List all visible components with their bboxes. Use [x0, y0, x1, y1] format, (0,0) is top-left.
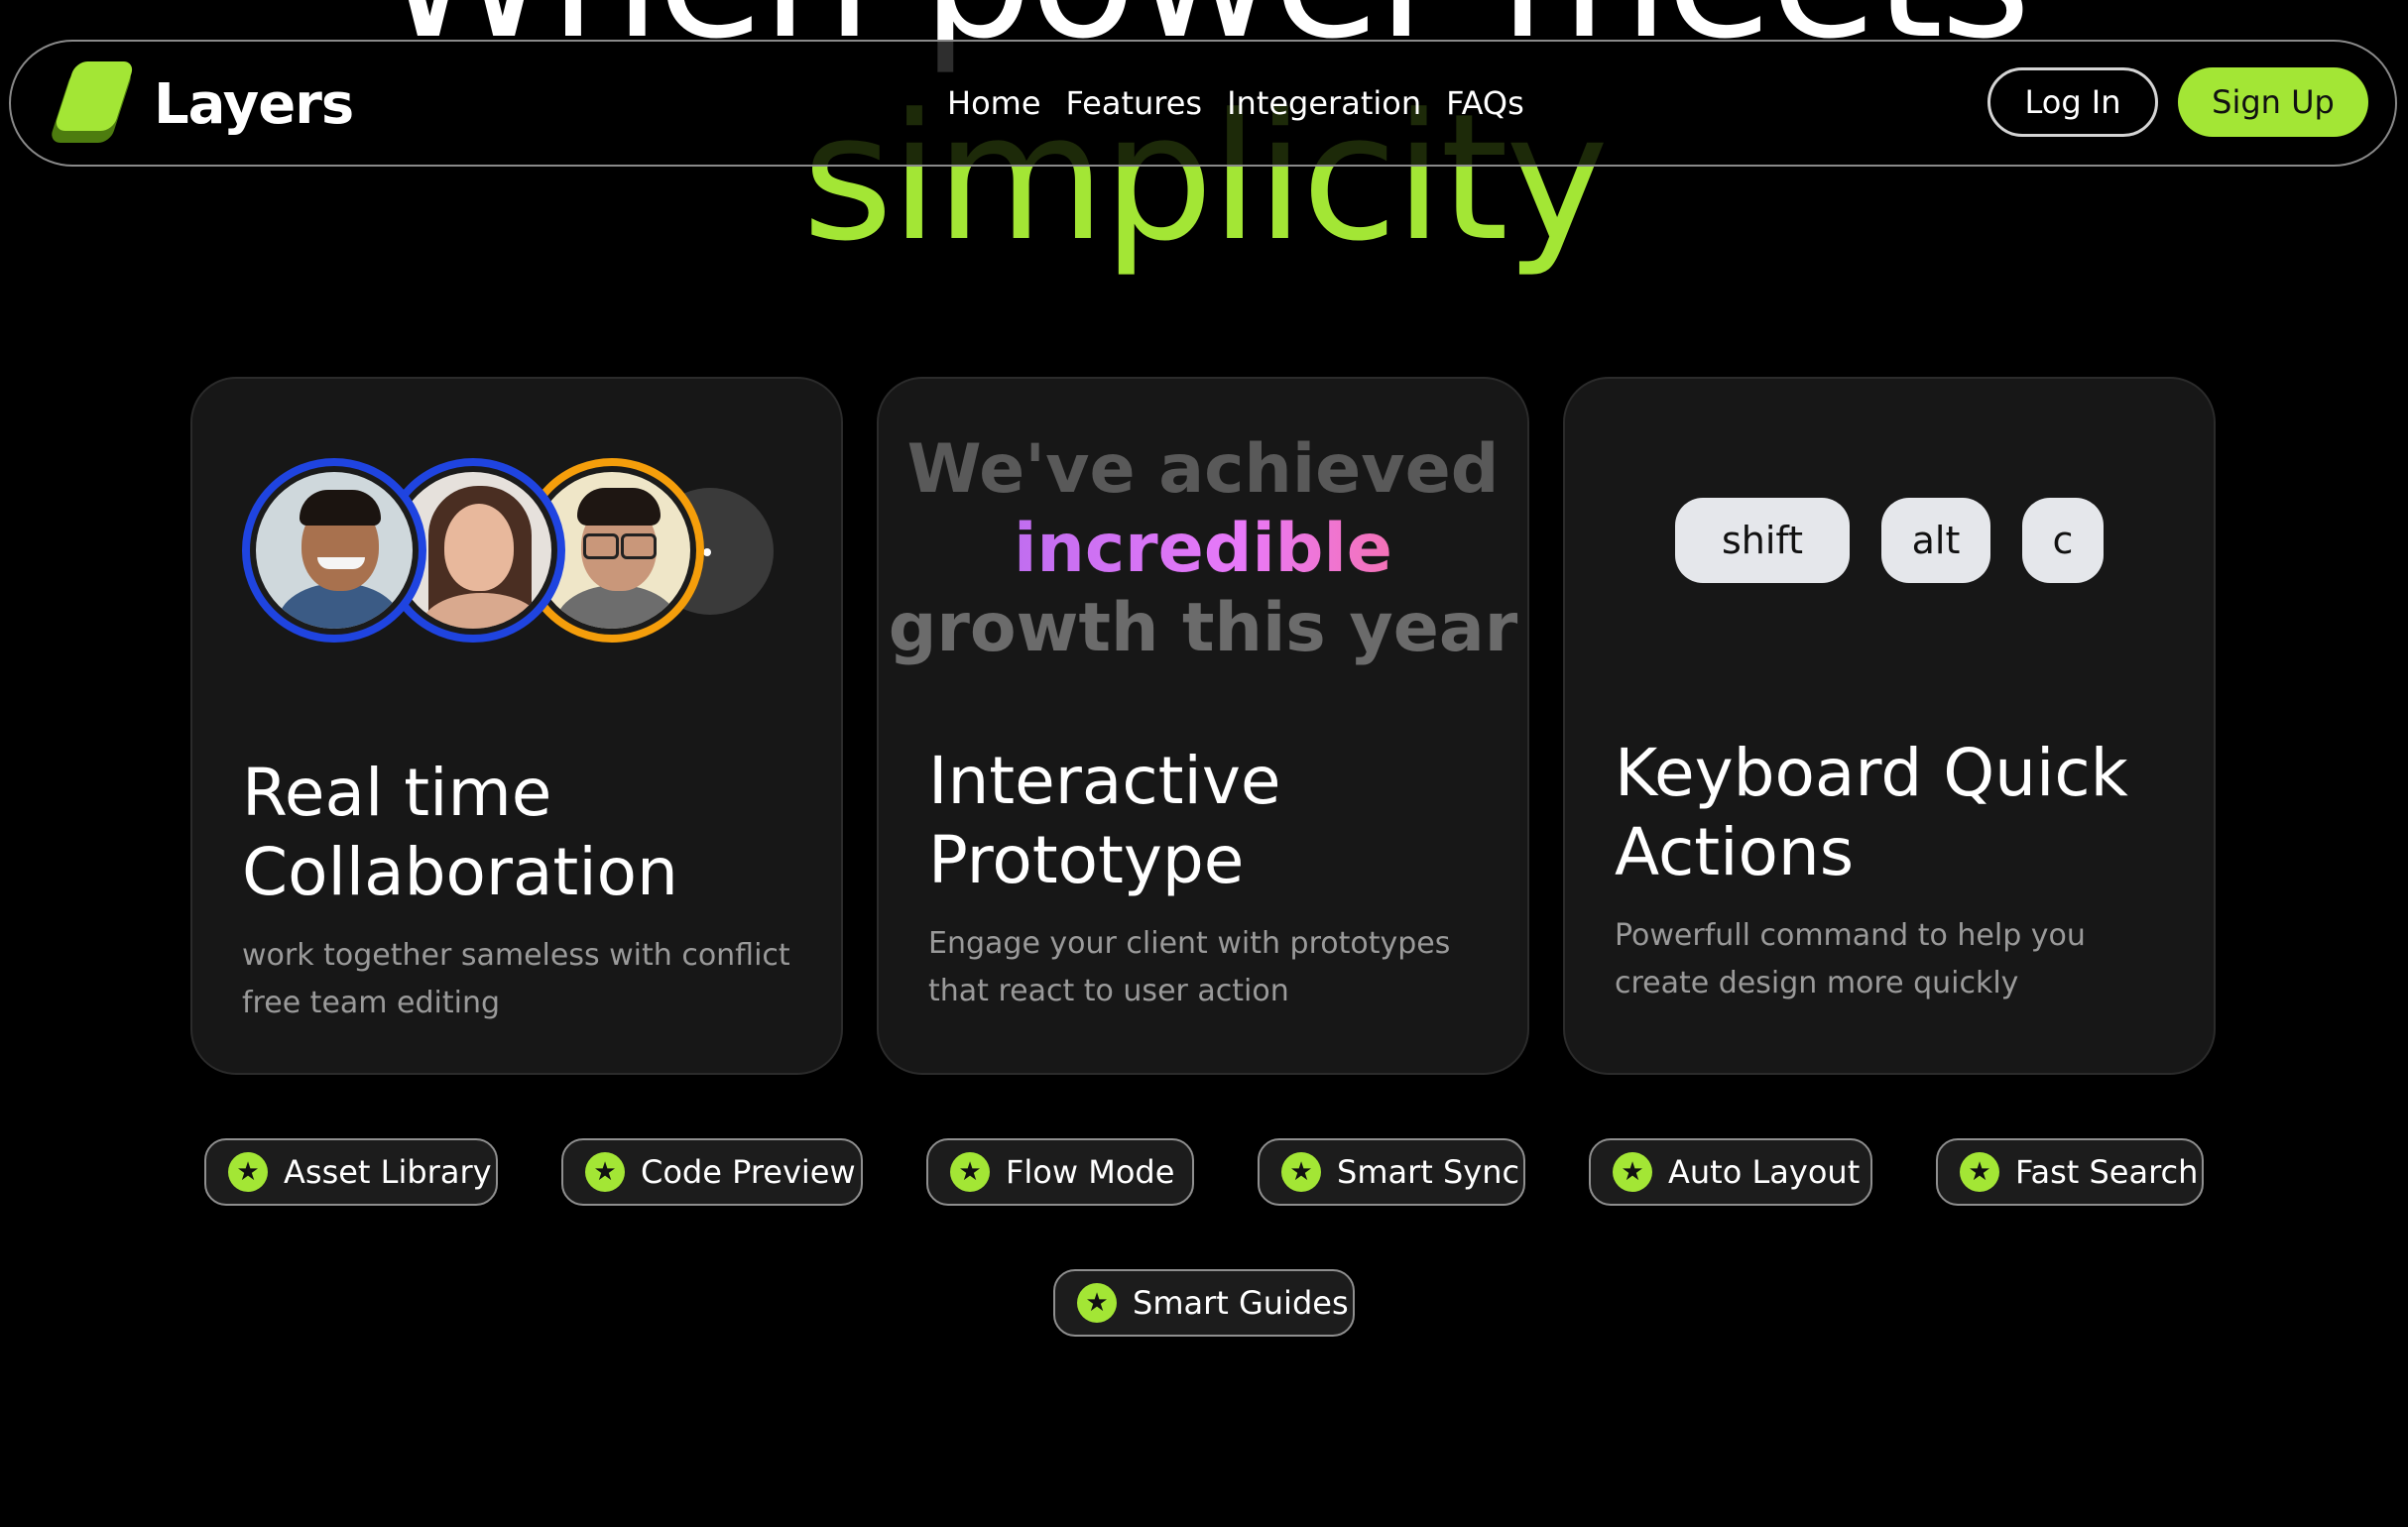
tag-auto-layout[interactable]: ★ Auto Layout	[1589, 1138, 1872, 1206]
signup-button[interactable]: Sign Up	[2178, 67, 2368, 137]
key-alt: alt	[1881, 498, 1990, 583]
navbar: Layers Home Features Integeration FAQs L…	[9, 40, 2397, 167]
nav-link-integration[interactable]: Integeration	[1227, 84, 1421, 122]
key-shift: shift	[1675, 498, 1850, 583]
card-description: Engage your client with prototypes that …	[928, 926, 1451, 1008]
growth-line-3: growth this year	[888, 589, 1518, 667]
card-title: Real time Collaboration	[242, 755, 678, 910]
tag-label: Flow Mode	[1006, 1153, 1175, 1191]
nav-link-features[interactable]: Features	[1066, 84, 1203, 122]
page: When power meets simplicity Layers Home …	[0, 0, 2408, 1527]
nav-link-faqs[interactable]: FAQs	[1446, 84, 1524, 122]
card-title: Interactive Prototype	[928, 743, 1281, 898]
key-c: c	[2022, 498, 2104, 583]
star-icon: ★	[950, 1152, 990, 1192]
growth-statement: We've achieved incredible growth this ye…	[879, 430, 1527, 668]
star-icon: ★	[1613, 1152, 1652, 1192]
brand[interactable]: Layers	[43, 59, 354, 149]
card-description: work together sameless with conflict fre…	[242, 938, 790, 1020]
card-title: Keyboard Quick Actions	[1615, 735, 2128, 890]
star-icon: ★	[585, 1152, 625, 1192]
feature-card-prototype: We've achieved incredible growth this ye…	[877, 377, 1529, 1075]
avatar	[242, 458, 426, 643]
growth-line-highlight: incredible	[1014, 510, 1392, 588]
star-icon: ★	[228, 1152, 268, 1192]
feature-card-keyboard: shift alt c Keyboard Quick Actions Power…	[1563, 377, 2216, 1075]
login-button[interactable]: Log In	[1987, 67, 2158, 137]
tag-code-preview[interactable]: ★ Code Preview	[561, 1138, 863, 1206]
tag-smart-guides[interactable]: ★ Smart Guides	[1053, 1269, 1355, 1337]
keyboard-keys: shift alt c	[1565, 498, 2214, 583]
card-description: Powerfull command to help you create des…	[1615, 918, 2086, 1000]
star-icon: ★	[1077, 1283, 1117, 1323]
nav-links: Home Features Integeration FAQs	[947, 42, 1524, 165]
tag-label: Asset Library	[284, 1153, 492, 1191]
avatar-group	[242, 458, 797, 646]
brand-name: Layers	[154, 71, 354, 137]
tag-label: Auto Layout	[1668, 1153, 1861, 1191]
layers-logo-icon	[43, 59, 136, 149]
tag-smart-sync[interactable]: ★ Smart Sync	[1258, 1138, 1525, 1206]
nav-link-home[interactable]: Home	[947, 84, 1041, 122]
tag-label: Smart Guides	[1133, 1284, 1349, 1322]
tag-label: Code Preview	[641, 1153, 856, 1191]
star-icon: ★	[1960, 1152, 1999, 1192]
feature-card-collaboration: Real time Collaboration work together sa…	[190, 377, 843, 1075]
growth-line-1: We've achieved	[906, 430, 1500, 509]
star-icon: ★	[1281, 1152, 1321, 1192]
tag-flow-mode[interactable]: ★ Flow Mode	[926, 1138, 1194, 1206]
tag-fast-search[interactable]: ★ Fast Search	[1936, 1138, 2204, 1206]
tag-label: Fast Search	[2015, 1153, 2199, 1191]
tag-label: Smart Sync	[1337, 1153, 1520, 1191]
tag-asset-library[interactable]: ★ Asset Library	[204, 1138, 498, 1206]
